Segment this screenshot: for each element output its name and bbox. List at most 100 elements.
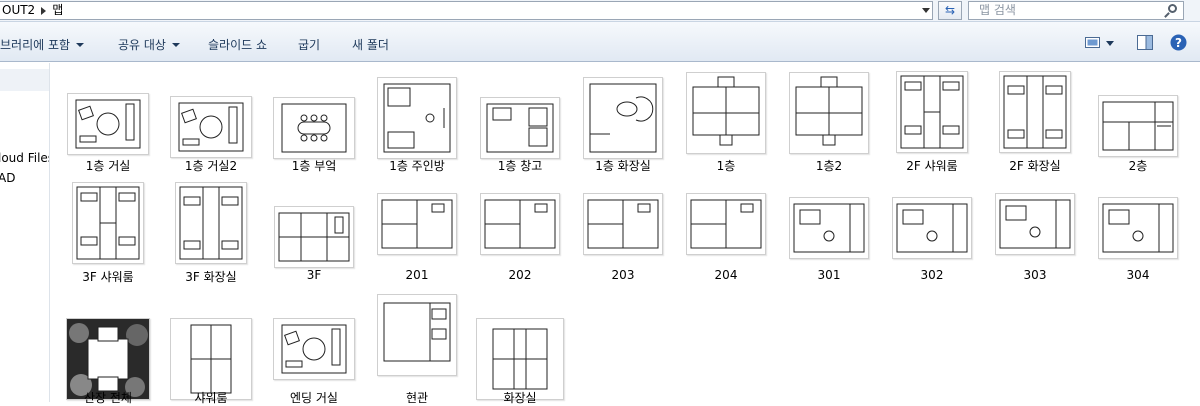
file-name[interactable]: 202 <box>475 268 565 282</box>
file-item[interactable]: 산장 전체 <box>63 294 153 406</box>
file-item[interactable]: 201 <box>372 179 462 289</box>
file-thumbnail[interactable] <box>789 72 869 154</box>
file-name[interactable]: 204 <box>681 268 771 282</box>
file-thumbnail[interactable] <box>1098 197 1178 259</box>
slideshow-button[interactable]: 슬라이드 쇼 <box>208 36 267 53</box>
address-bar[interactable]: OUT2 맵 <box>0 1 933 20</box>
file-item[interactable]: 1층 거실 <box>63 63 153 173</box>
file-name[interactable]: 1층 주인방 <box>372 157 462 174</box>
file-name[interactable]: 2F 샤워룸 <box>887 157 977 174</box>
file-name[interactable]: 화장실 <box>475 389 565 406</box>
file-item[interactable]: 203 <box>578 179 668 289</box>
file-thumbnail[interactable] <box>686 193 766 255</box>
share-with-button[interactable]: 공유 대상 <box>118 36 180 53</box>
file-item[interactable]: 1층 화장실 <box>578 63 668 173</box>
file-item[interactable]: 202 <box>475 179 565 289</box>
file-name[interactable]: 1층 거실2 <box>166 157 256 174</box>
breadcrumb-map[interactable]: 맵 <box>52 2 63 19</box>
file-thumbnail[interactable] <box>1098 95 1178 157</box>
file-name[interactable]: 산장 전체 <box>63 389 153 406</box>
file-item[interactable]: 화장실 <box>475 294 565 406</box>
file-name[interactable]: 302 <box>887 268 977 282</box>
file-thumbnail[interactable] <box>583 77 663 159</box>
file-item[interactable]: 2F 샤워룸 <box>887 63 977 173</box>
file-thumbnail[interactable] <box>377 294 457 376</box>
address-dropdown-icon[interactable] <box>922 8 930 13</box>
file-thumbnail[interactable] <box>480 97 560 159</box>
change-view-button[interactable] <box>1085 35 1115 54</box>
file-name[interactable]: 1층 <box>681 157 771 174</box>
file-name[interactable]: 201 <box>372 268 462 282</box>
file-thumbnail[interactable] <box>789 197 869 259</box>
file-thumbnail[interactable] <box>66 318 150 400</box>
refresh-button[interactable]: ⇆ <box>938 1 962 20</box>
file-item[interactable]: 3F 화장실 <box>166 179 256 289</box>
file-thumbnail[interactable] <box>995 193 1075 255</box>
file-item[interactable]: 1층2 <box>784 63 874 173</box>
file-name[interactable]: 301 <box>784 268 874 282</box>
file-name[interactable]: 1층 창고 <box>475 157 565 174</box>
file-item[interactable]: 302 <box>887 179 977 289</box>
file-name[interactable]: 1층 거실 <box>63 157 153 174</box>
nav-selected-item[interactable] <box>0 69 49 91</box>
file-name[interactable]: 샤워룸 <box>166 389 256 406</box>
file-item[interactable]: 엔딩 거실 <box>269 294 359 406</box>
file-name[interactable]: 2층 <box>1093 157 1183 174</box>
file-name[interactable]: 304 <box>1093 268 1183 282</box>
file-thumbnail[interactable] <box>892 197 972 259</box>
include-in-library-button[interactable]: 브러리에 포함 <box>0 36 85 53</box>
file-item[interactable]: 1층 부엌 <box>269 63 359 173</box>
file-thumbnail[interactable] <box>377 77 457 159</box>
file-thumbnail[interactable] <box>896 71 968 153</box>
file-thumbnail[interactable] <box>377 193 457 255</box>
file-item[interactable]: 304 <box>1093 179 1183 289</box>
file-thumbnail[interactable] <box>274 206 354 268</box>
breadcrumb-out2[interactable]: OUT2 <box>2 2 35 19</box>
file-thumbnail[interactable] <box>686 72 766 154</box>
file-thumbnail[interactable] <box>273 97 355 159</box>
preview-pane-button[interactable] <box>1137 35 1153 54</box>
file-thumbnail[interactable] <box>476 318 564 400</box>
file-name[interactable]: 303 <box>990 268 1080 282</box>
breadcrumb-separator-icon[interactable] <box>41 6 47 15</box>
file-item[interactable]: 현관 <box>372 294 462 406</box>
search-input[interactable]: 맵 검색 <box>968 1 1184 20</box>
file-name[interactable]: 1층 화장실 <box>578 157 668 174</box>
file-item[interactable]: 301 <box>784 179 874 289</box>
file-name[interactable]: 3F 샤워룸 <box>63 268 153 285</box>
burn-button[interactable]: 굽기 <box>298 36 320 53</box>
file-item[interactable]: 204 <box>681 179 771 289</box>
file-name[interactable]: 현관 <box>372 389 462 406</box>
file-item[interactable]: 3F <box>269 179 359 289</box>
file-thumbnail[interactable] <box>72 182 144 264</box>
file-name[interactable]: 1층2 <box>784 157 874 174</box>
file-thumbnail[interactable] <box>999 71 1071 153</box>
help-button[interactable]: ? <box>1170 34 1187 55</box>
nav-item-cloud-files[interactable]: loud Files <box>0 151 49 165</box>
file-name[interactable]: 3F <box>269 268 359 282</box>
file-name[interactable]: 2F 화장실 <box>990 157 1080 174</box>
file-thumbnail[interactable] <box>170 318 252 400</box>
file-item[interactable]: 1층 거실2 <box>166 63 256 173</box>
file-thumbnail[interactable] <box>583 193 663 255</box>
file-item[interactable]: 2F 화장실 <box>990 63 1080 173</box>
file-thumbnail[interactable] <box>67 93 149 155</box>
file-thumbnail[interactable] <box>480 193 560 255</box>
search-icon[interactable] <box>1168 4 1177 13</box>
file-item[interactable]: 1층 주인방 <box>372 63 462 173</box>
file-item[interactable]: 샤워룸 <box>166 294 256 406</box>
file-name[interactable]: 엔딩 거실 <box>269 389 359 406</box>
file-thumbnail[interactable] <box>273 318 355 380</box>
file-thumbnail[interactable] <box>175 182 247 264</box>
file-name[interactable]: 3F 화장실 <box>166 268 256 285</box>
new-folder-button[interactable]: 새 폴더 <box>352 36 389 53</box>
nav-item-ad[interactable]: AD <box>0 171 15 185</box>
file-item[interactable]: 1층 창고 <box>475 63 565 173</box>
file-item[interactable]: 2층 <box>1093 63 1183 173</box>
file-thumbnail[interactable] <box>170 96 252 158</box>
file-item[interactable]: 1층 <box>681 63 771 173</box>
file-item[interactable]: 3F 샤워룸 <box>63 179 153 289</box>
file-name[interactable]: 1층 부엌 <box>269 157 359 174</box>
file-item[interactable]: 303 <box>990 179 1080 289</box>
file-name[interactable]: 203 <box>578 268 668 282</box>
